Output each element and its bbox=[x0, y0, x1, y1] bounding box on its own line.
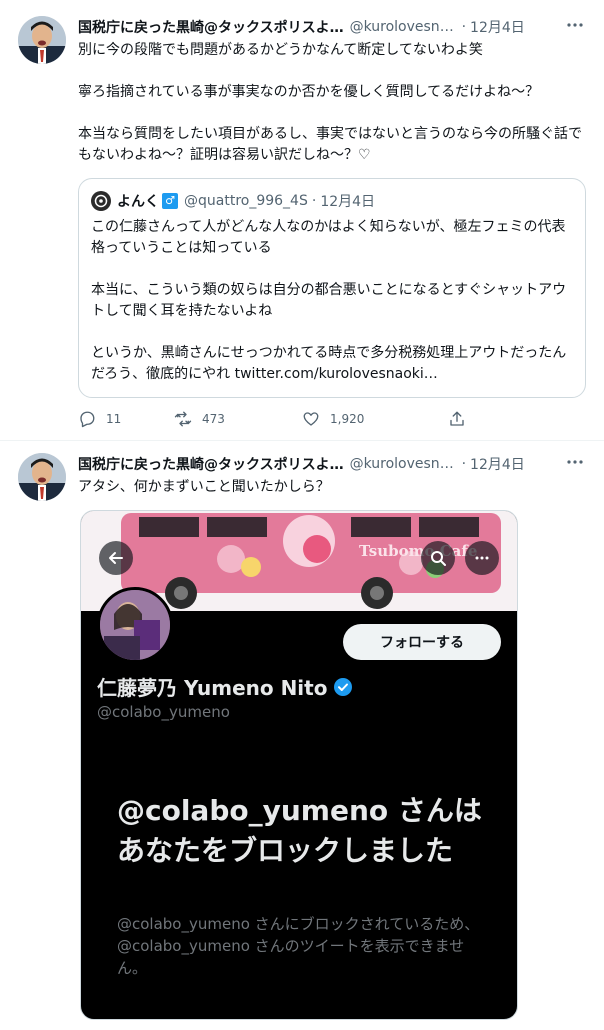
like-count: 1,920 bbox=[330, 412, 365, 426]
quote-time: 12月4日 bbox=[320, 194, 376, 210]
quote-author-name: よんく bbox=[117, 194, 159, 210]
share-button[interactable] bbox=[448, 410, 466, 428]
retweet-count: 473 bbox=[202, 412, 225, 426]
more-icon bbox=[475, 556, 489, 560]
block-notice-description: @colabo_yumeno さんにブロックされているため、@colabo_yu… bbox=[117, 915, 480, 977]
tweet-text: アタシ、何かまずいこと聞いたかしら？ bbox=[78, 479, 330, 495]
reply-count: 11 bbox=[106, 412, 122, 426]
back-arrow-icon bbox=[109, 552, 123, 564]
quote-text: この仁藤さんって人がどんな人なのかはよく知らないが、極左フェミの代表格っていうこ… bbox=[91, 219, 567, 382]
separator-dot: · bbox=[311, 193, 317, 209]
tweet[interactable]: 国税庁に戻った黒崎@タックスポリスよ… @kurolovesna… · 12月4… bbox=[0, 441, 604, 1030]
male-badge-icon: ♂ bbox=[162, 193, 178, 209]
tweet-text: 別に今の段階でも問題があるかどうかなんて断定してないわよ笑 寧ろ指摘されている事… bbox=[78, 42, 582, 163]
tweet-actions: 11 473 1,920 bbox=[78, 408, 508, 430]
more-icon[interactable] bbox=[564, 16, 586, 38]
quote-header: よんく ♂ @quattro_996_4S · 12月4日 bbox=[91, 191, 375, 211]
search-button[interactable] bbox=[421, 541, 455, 575]
retweet-icon bbox=[174, 411, 192, 427]
follow-button[interactable]: フォローする bbox=[343, 624, 501, 660]
verified-badge-icon bbox=[333, 677, 353, 697]
tweet-time[interactable]: 12月4日 bbox=[470, 454, 525, 474]
tweet-time[interactable]: 12月4日 bbox=[470, 17, 525, 37]
profile-handle: @colabo_yumeno bbox=[97, 703, 230, 721]
quoted-tweet[interactable]: よんく ♂ @quattro_996_4S · 12月4日 この仁藤さんって人が… bbox=[78, 178, 586, 398]
profile-avatar bbox=[97, 587, 173, 663]
block-notice-title: @colabo_yumeno さんはあなたをブロックしました bbox=[117, 794, 482, 867]
tweet-header: 国税庁に戻った黒崎@タックスポリスよ… @kurolovesna… · 12月4… bbox=[78, 16, 586, 38]
author-name[interactable]: 国税庁に戻った黒崎@タックスポリスよ… bbox=[78, 17, 344, 37]
tweet-header: 国税庁に戻った黒崎@タックスポリスよ… @kurolovesna… · 12月4… bbox=[78, 453, 586, 475]
like-button[interactable]: 1,920 bbox=[302, 410, 448, 428]
attached-image[interactable]: Tsubomo Cafe フォローする 仁藤夢乃 Yumeno Nito @co… bbox=[80, 510, 518, 1020]
heart-icon bbox=[303, 412, 319, 426]
more-icon[interactable] bbox=[564, 453, 586, 475]
reply-button[interactable]: 11 bbox=[78, 410, 174, 428]
profile-more-button[interactable] bbox=[465, 541, 499, 575]
author-handle[interactable]: @kurolovesna… bbox=[350, 19, 458, 35]
banner-text: Tsubomo Cafe bbox=[359, 542, 477, 560]
profile-name-text: 仁藤夢乃 Yumeno Nito bbox=[97, 676, 328, 700]
quote-avatar bbox=[91, 191, 111, 211]
tweet[interactable]: 国税庁に戻った黒崎@タックスポリスよ… @kurolovesna… · 12月4… bbox=[0, 0, 604, 441]
back-button[interactable] bbox=[99, 541, 133, 575]
share-icon bbox=[450, 411, 464, 426]
author-handle[interactable]: @kurolovesna… bbox=[350, 456, 458, 472]
profile-name: 仁藤夢乃 Yumeno Nito bbox=[97, 672, 353, 701]
separator-dot: · bbox=[461, 456, 467, 472]
retweet-button[interactable]: 473 bbox=[174, 410, 302, 428]
separator-dot: · bbox=[461, 19, 467, 35]
search-icon bbox=[431, 551, 446, 566]
avatar[interactable] bbox=[18, 453, 66, 501]
quote-author-handle: @quattro_996_4S bbox=[184, 193, 308, 209]
avatar[interactable] bbox=[18, 16, 66, 64]
author-name[interactable]: 国税庁に戻った黒崎@タックスポリスよ… bbox=[78, 454, 344, 474]
reply-icon bbox=[80, 411, 95, 428]
